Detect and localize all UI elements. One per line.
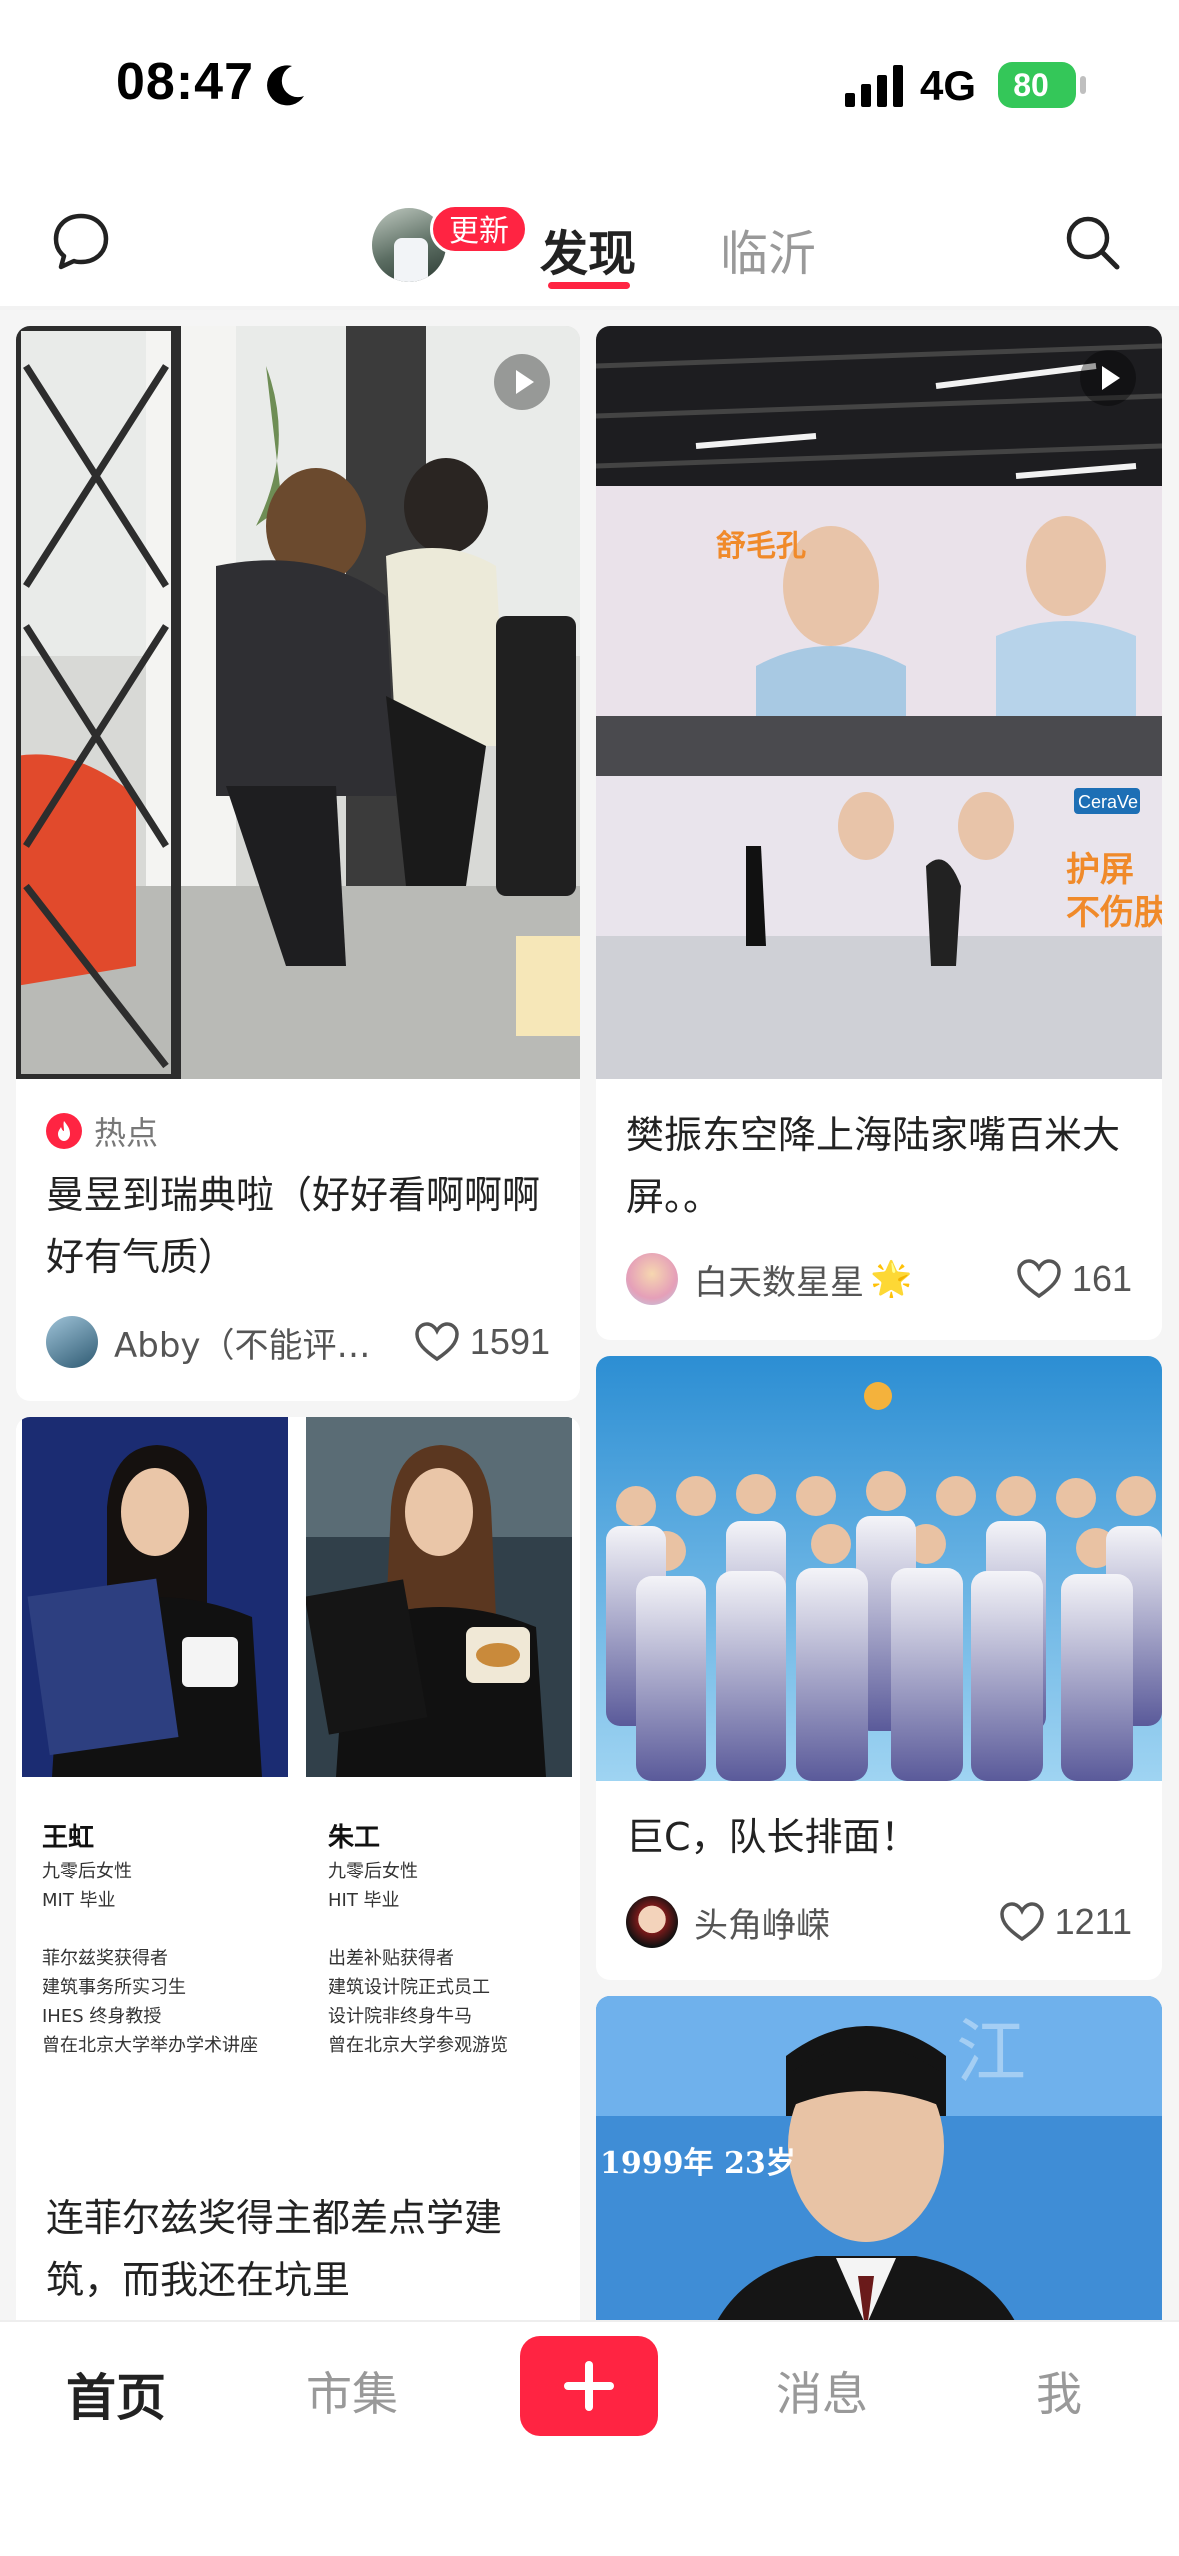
tab-me[interactable]: 我 [1036, 2358, 1082, 2424]
like-count: 1591 [469, 1321, 550, 1362]
card-collage: 王虹 九零后女性 MIT 毕业 菲尔兹奖获得者 建筑事务所实习生 IHES 终身… [16, 1417, 580, 2077]
feed-card[interactable]: 巨C，队长排面！ 头角峥嵘 1211 [596, 1356, 1162, 1980]
collage-lines-right: 九零后女性 HIT 毕业 出差补贴获得者 建筑设计院正式员工 设计院非终身牛马 … [328, 1857, 508, 2060]
tab-discover[interactable]: 发现 [540, 214, 636, 284]
collage-line [42, 1915, 258, 1944]
card-photo-airport [16, 326, 580, 1079]
status-time: 08:47 [116, 53, 254, 111]
collage-line: 九零后女性 [328, 1861, 418, 1882]
svg-text:江: 江 [956, 2011, 1026, 2093]
author-avatar [626, 1253, 678, 1305]
like-button[interactable]: 161 [1016, 1251, 1132, 1307]
author[interactable]: Abby（不能评… [46, 1314, 386, 1370]
feed-card[interactable]: 江 1999年 23岁 [596, 1996, 1162, 2320]
tab-home[interactable]: 首页 [66, 2358, 166, 2430]
collage-name-left: 王虹 [42, 1823, 95, 1853]
star-emoji: 🌟 [870, 1259, 913, 1299]
collage-name-right: 朱工 [328, 1823, 381, 1853]
author-avatar [46, 1316, 98, 1368]
collage-photo-left [22, 1417, 288, 1777]
heart-icon [999, 1902, 1044, 1942]
flame-icon [46, 1113, 82, 1149]
like-count: 1211 [1054, 1901, 1132, 1942]
feed-card[interactable]: 王虹 九零后女性 MIT 毕业 菲尔兹奖获得者 建筑事务所实习生 IHES 终身… [16, 1417, 580, 2320]
collage-line: 曾在北京大学举办学术讲座 [42, 2035, 258, 2056]
collage-line: 建筑设计院正式员工 [328, 1977, 490, 1998]
active-tab-indicator [548, 282, 630, 289]
battery-cap [1080, 76, 1086, 94]
feed-card[interactable]: 热点 曼昱到瑞典啦（好好看啊啊啊好有气质） Abby（不能评… 1591 [16, 326, 580, 1401]
collage-line: IHES 终身教授 [42, 2006, 162, 2027]
battery-icon: 80 [998, 62, 1076, 108]
battery-level: 80 [1013, 67, 1049, 103]
card-title[interactable]: 曼昱到瑞典啦（好好看啊啊啊好有气质） [46, 1164, 550, 1288]
like-count: 161 [1071, 1258, 1132, 1299]
video-play-icon [1080, 350, 1136, 406]
like-button[interactable]: 1591 [414, 1314, 550, 1370]
tab-market[interactable]: 市集 [306, 2358, 398, 2424]
feed-card[interactable]: 舒毛孔 护屏 不伤肤 CeraVe 樊振东空降上海陆家嘴百米大屏。。 白天数星星… [596, 326, 1162, 1340]
tab-city[interactable]: 临沂 [720, 214, 816, 284]
chat-bubble-icon[interactable] [50, 210, 112, 272]
author-name: 白天数星星 [694, 1262, 864, 1303]
author-name: 头角峥嵘 [694, 1905, 830, 1946]
hot-tag-label: 热点 [94, 1114, 159, 1152]
collage-line: 曾在北京大学参观游览 [328, 2035, 508, 2056]
tab-messages[interactable]: 消息 [776, 2358, 868, 2424]
avatar-figure [394, 238, 428, 282]
bottom-tab-bar: 首页 市集 消息 我 [0, 2320, 1179, 2556]
author-avatar [626, 1896, 678, 1948]
collage-line [328, 1915, 508, 1944]
collage-line: 九零后女性 [42, 1861, 132, 1882]
billboard-brand: CeraVe [1078, 792, 1138, 812]
billboard-sign: 不伤肤 [1066, 893, 1162, 933]
heart-icon [1017, 1259, 1061, 1299]
author[interactable]: 白天数星星 🌟 [626, 1251, 986, 1307]
collage-lines-left: 九零后女性 MIT 毕业 菲尔兹奖获得者 建筑事务所实习生 IHES 终身教授 … [42, 1857, 258, 2060]
collage-line: HIT 毕业 [328, 1890, 400, 1911]
status-bar: 08:47 4G 80 [0, 0, 1179, 170]
like-button[interactable]: 1211 [999, 1894, 1132, 1950]
video-play-icon [494, 354, 550, 410]
collage-line: 菲尔兹奖获得者 [42, 1948, 168, 1969]
top-nav: 更新 发现 临沂 [0, 170, 1179, 310]
collage-line: 建筑事务所实习生 [42, 1977, 186, 1998]
author[interactable]: 头角峥嵘 [626, 1894, 986, 1950]
card-title[interactable]: 连菲尔兹奖得主都差点学建筑，而我还在坑里 [46, 2187, 550, 2311]
collage-photo-right [306, 1417, 572, 1777]
feed[interactable]: 热点 曼昱到瑞典啦（好好看啊啊啊好有气质） Abby（不能评… 1591 舒毛孔… [0, 310, 1179, 2320]
hot-tag: 热点 [46, 1108, 158, 1154]
author-name: Abby（不能评… [114, 1325, 371, 1366]
collage-line: 出差补贴获得者 [328, 1948, 454, 1969]
card-title[interactable]: 巨C，队长排面！ [626, 1806, 1132, 1868]
add-post-button[interactable] [520, 2336, 658, 2436]
collage-line: MIT 毕业 [42, 1890, 116, 1911]
card-photo-team [596, 1356, 1162, 1781]
search-icon[interactable] [1062, 212, 1122, 272]
cellular-signal-icon [845, 65, 903, 107]
network-type: 4G [920, 62, 977, 109]
billboard-sign: 护屏 [1066, 850, 1134, 890]
heart-icon [415, 1322, 459, 1362]
image-caption: 1999年 23岁 [600, 2146, 796, 2181]
update-badge[interactable]: 更新 [430, 204, 528, 254]
card-title[interactable]: 樊振东空降上海陆家嘴百米大屏。。 [626, 1104, 1132, 1228]
svg-text:舒毛孔: 舒毛孔 [716, 529, 806, 564]
collage-line: 设计院非终身牛马 [328, 2006, 472, 2027]
card-photo-billboard: 舒毛孔 护屏 不伤肤 CeraVe [596, 326, 1162, 1079]
moon-icon [267, 65, 304, 106]
